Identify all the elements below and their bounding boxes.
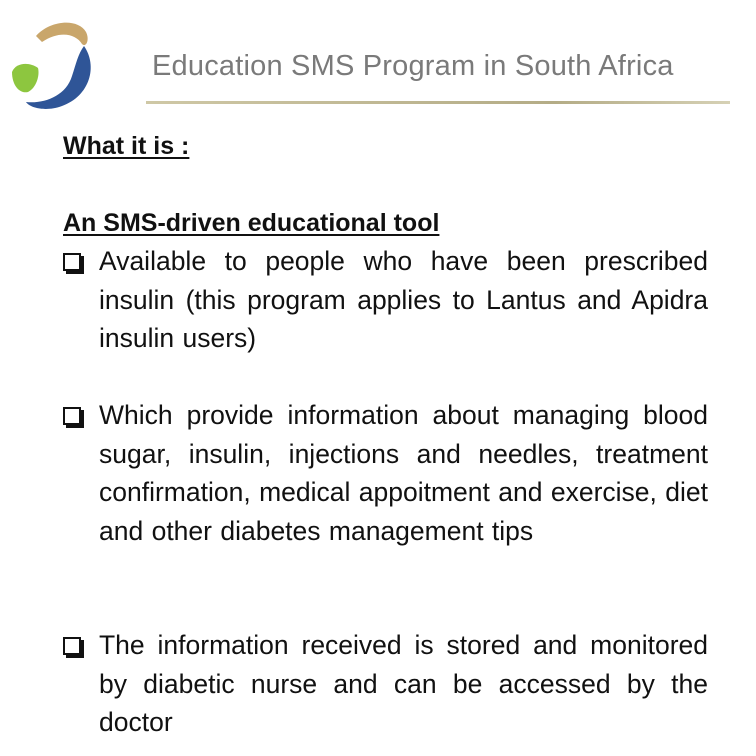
logo-gold-shape [36, 22, 88, 46]
bullet-text: Which provide information about managing… [99, 400, 708, 546]
company-logo [6, 14, 98, 112]
checkbox-bullet-icon [63, 637, 81, 655]
section-heading-what: What it is : [63, 132, 190, 160]
logo-green-shape [12, 63, 39, 93]
bullet-item: Available to people who have been prescr… [63, 242, 708, 358]
section-heading-tool: An SMS-driven educational tool [63, 209, 440, 237]
title-divider [146, 101, 730, 104]
bullet-text: The information received is stored and m… [99, 630, 708, 737]
checkbox-bullet-icon [63, 407, 81, 425]
bullet-item: Which provide information about managing… [63, 396, 708, 550]
bullet-item: The information received is stored and m… [63, 626, 708, 742]
checkbox-bullet-icon [63, 253, 81, 271]
logo-swoosh-icon [12, 22, 91, 109]
bullet-text: Available to people who have been prescr… [99, 246, 708, 353]
page-title: Education SMS Program in South Africa [152, 50, 674, 82]
